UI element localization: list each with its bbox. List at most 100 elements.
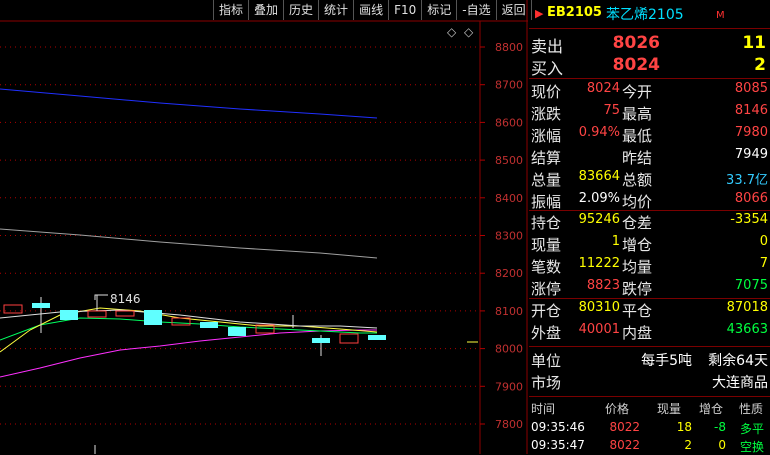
axis-tick-label: 8500 (495, 154, 523, 167)
candle (3, 304, 23, 314)
stat-label: 持仓 (531, 214, 562, 232)
stat-label: 总量 (531, 171, 562, 189)
trades-header: 性质 (739, 402, 764, 416)
stat-value: 7949 (734, 147, 768, 162)
axis-tick-label: 8800 (495, 41, 523, 54)
candle (87, 310, 107, 318)
stat-row: 现量 1 增仓 0 (529, 234, 770, 256)
stat-label: 均量 (622, 258, 653, 276)
ma-line-green (0, 317, 377, 341)
toolbar-watchlist-button[interactable]: -自选 (456, 0, 495, 20)
stat-value: 8085 (734, 81, 768, 96)
stat-label: 外盘 (531, 324, 562, 342)
stat-value: 40001 (578, 322, 620, 337)
stat-label: 平仓 (622, 302, 653, 320)
sell-volume: 11 (742, 33, 766, 53)
price-axis: 8800 8700 8600 8500 8400 8300 8200 8100 8000 7900… (480, 41, 523, 431)
stat-row: 结算 昨结 7949 (529, 147, 770, 169)
toolbar-indicator-button[interactable]: 指标 (213, 0, 248, 20)
candle (144, 310, 162, 325)
stat-value: 83664 (578, 169, 620, 184)
diamond-icon[interactable]: ◇ (447, 25, 457, 39)
stat-label: 昨结 (622, 149, 653, 167)
stat-value: 80310 (578, 300, 620, 315)
toolbar-overlay-button[interactable]: 叠加 (248, 0, 283, 20)
market-label: 市场 (531, 374, 562, 392)
stat-label: 结算 (531, 149, 562, 167)
axis-tick-label: 8000 (495, 343, 523, 356)
stat-value: 7 (759, 256, 768, 271)
toolbar-f10-button[interactable]: F10 (388, 0, 421, 20)
candle (200, 322, 218, 328)
stat-value: 8823 (586, 278, 620, 293)
toolbar-back-button[interactable]: 返回 (495, 0, 532, 20)
stat-value: 43663 (726, 322, 768, 337)
stat-value: 0.94% (578, 125, 620, 140)
trades-cell-nature: 空换 (740, 440, 765, 454)
trades-cell-oi: -8 (714, 420, 726, 434)
grid-lines (0, 46, 480, 425)
stat-row: 涨停 8823 跌停 7075 (529, 278, 770, 300)
stat-label: 今开 (622, 83, 653, 101)
ma-line-blue (0, 88, 378, 119)
candle (32, 303, 50, 308)
toolbar-marker-button[interactable]: 标记 (421, 0, 456, 20)
sell-label: 卖出 (531, 37, 564, 56)
trades-header: 价格 (605, 402, 630, 416)
stat-row: 笔数 11222 均量 7 (529, 256, 770, 278)
axis-tick-label: 8400 (495, 192, 523, 205)
axis-tick-label: 7900 (495, 380, 523, 393)
quote-panel: ▶ EB2105 苯乙烯2105 M 卖出 8026 11 买入 8024 2 … (529, 0, 770, 454)
remaining-days: 剩余64天 (708, 353, 768, 369)
candles (3, 295, 478, 454)
stat-row: 涨跌 75 最高 8146 (529, 103, 770, 125)
toolbar-statistics-button[interactable]: 统计 (318, 0, 353, 20)
stat-label: 内盘 (622, 324, 653, 342)
stat-row: 现价 8024 今开 8085 (529, 81, 770, 103)
market-value: 大连商品 (712, 375, 768, 391)
stat-value: 33.7亿 (726, 173, 768, 188)
axis-tick-label: 8600 (495, 116, 523, 129)
divider (529, 298, 770, 299)
sell-row: 卖出 8026 11 (529, 33, 770, 56)
stat-value: 7075 (734, 278, 768, 293)
quote-header: ▶ EB2105 苯乙烯2105 M (529, 0, 770, 28)
stat-label: 开仓 (531, 302, 562, 320)
market-row: 市场 大连商品 (529, 372, 770, 394)
diamond-icon[interactable]: ◇ (464, 25, 474, 39)
stat-value: 0 (759, 234, 768, 249)
stat-value: 75 (603, 103, 620, 118)
candle (312, 338, 330, 343)
buy-price: 8024 (612, 55, 660, 75)
trades-header: 时间 (531, 402, 556, 416)
toolbar-drawing-button[interactable]: 画线 (353, 0, 388, 20)
kline-chart[interactable]: 8800 8700 8600 8500 8400 8300 8200 8100 8000 7900… (0, 0, 528, 454)
contract-code: EB2105 (547, 5, 602, 20)
stat-label: 现量 (531, 236, 562, 254)
stat-label: 现价 (531, 83, 562, 101)
divider (529, 28, 770, 29)
sell-price: 8026 (612, 33, 660, 53)
trades-cell-price: 8022 (609, 420, 640, 434)
flag-icon[interactable]: ▶ (535, 7, 543, 20)
trades-cell-vol: 18 (676, 420, 692, 434)
stat-value: 7980 (734, 125, 768, 140)
contract-name: 苯乙烯2105 (606, 7, 684, 23)
trades-header: 现量 (657, 402, 682, 416)
trades-cell-vol: 2 (684, 438, 692, 452)
toolbar-history-button[interactable]: 历史 (283, 0, 318, 20)
stat-label: 笔数 (531, 258, 562, 276)
stat-label: 涨幅 (531, 127, 562, 145)
ma-line-yellow (0, 307, 378, 353)
axis-tick-label: 8700 (495, 79, 523, 92)
stat-value: 95246 (578, 212, 620, 227)
candle (228, 327, 246, 336)
unit-label: 单位 (531, 352, 562, 370)
divider (529, 78, 770, 79)
trades-header: 增仓 (699, 402, 724, 416)
stat-value: 1 (611, 234, 620, 249)
stat-label: 涨跌 (531, 105, 562, 123)
trades-cell-oi: 0 (718, 438, 726, 452)
unit-row: 单位 每手5吨 剩余64天 (529, 350, 770, 372)
stat-value: 8146 (734, 103, 768, 118)
